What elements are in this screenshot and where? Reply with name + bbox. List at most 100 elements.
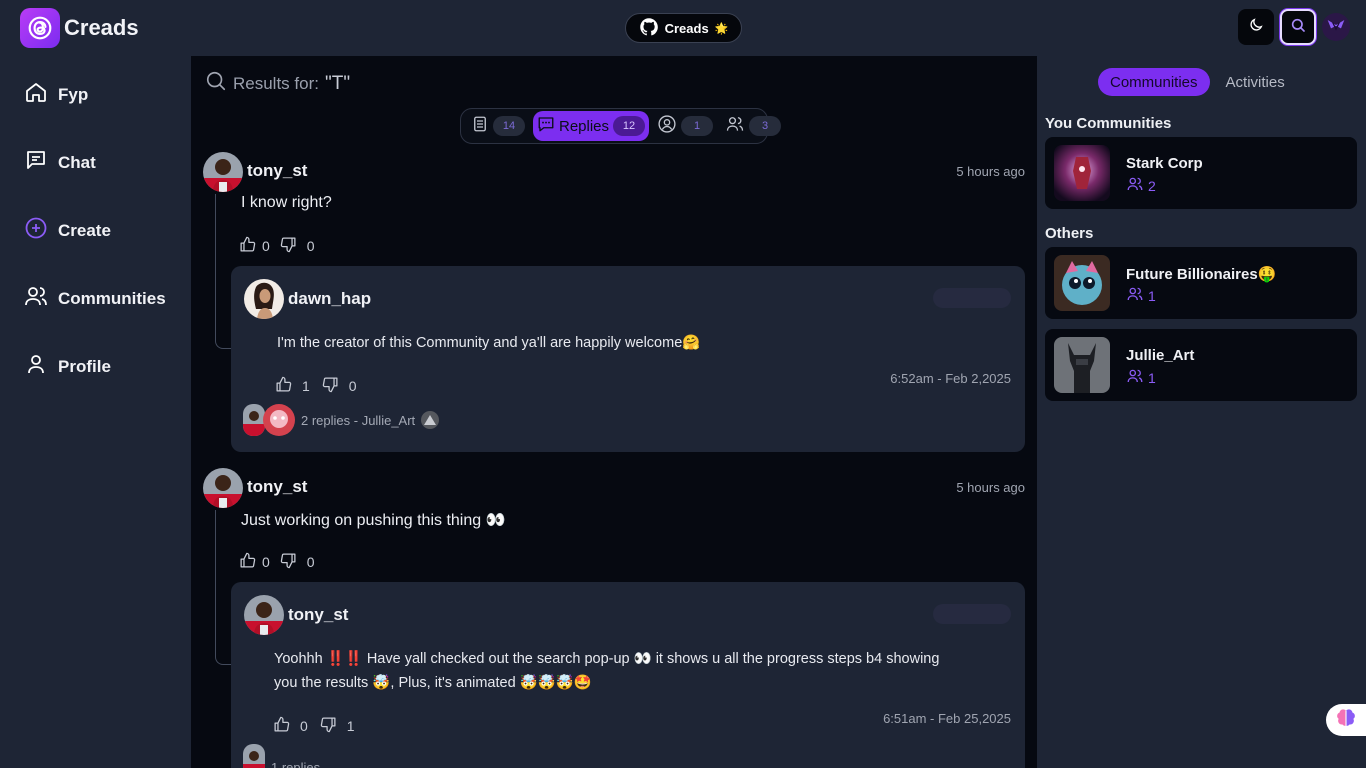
dislike-icon[interactable]: [320, 716, 337, 736]
sidebar: Fyp Chat Create Communities Profile: [0, 56, 191, 768]
like-count: 0: [262, 238, 270, 254]
avatar[interactable]: [244, 279, 284, 319]
thread-username[interactable]: dawn_hap: [288, 289, 371, 309]
results-heading: Results for: "T": [205, 70, 350, 97]
post-username[interactable]: tony_st: [247, 477, 307, 497]
users-icon: [1126, 367, 1144, 388]
community-image: [1054, 255, 1110, 311]
theme-toggle-button[interactable]: [1238, 9, 1274, 45]
like-count: 0: [262, 554, 270, 570]
post-username[interactable]: tony_st: [247, 161, 307, 181]
moon-icon: [1248, 17, 1264, 38]
community-card[interactable]: Jullie_Art 1: [1045, 329, 1357, 401]
like-icon[interactable]: [239, 552, 256, 572]
chat-icon: [24, 148, 48, 177]
community-image: [1054, 337, 1110, 393]
threads-logo-icon: [20, 8, 60, 48]
dislike-icon[interactable]: [280, 236, 297, 256]
community-members: 2: [1126, 175, 1156, 196]
loading-placeholder: [933, 288, 1011, 308]
parent-thread-card[interactable]: tony_st Yoohhh ‼️‼️ Have yall checked ou…: [231, 582, 1025, 768]
filter-replies[interactable]: Replies 12: [533, 111, 650, 141]
right-panel-tabs: Communities Activities: [1098, 68, 1297, 96]
tab-activities[interactable]: Activities: [1214, 68, 1297, 96]
post-text: I know right?: [241, 194, 332, 211]
filter-communities[interactable]: 3: [721, 111, 785, 141]
document-icon: [471, 115, 489, 137]
post-reactions: 0 0: [239, 552, 315, 572]
brain-icon: [1335, 707, 1357, 734]
avatar[interactable]: [203, 152, 243, 192]
users-icon: [24, 284, 48, 313]
right-panel: Communities Activities You Communities S…: [1037, 56, 1366, 768]
user-avatar[interactable]: [1322, 13, 1350, 41]
app-name: Creads: [64, 15, 139, 40]
dislike-icon[interactable]: [322, 376, 339, 396]
ai-assistant-button[interactable]: [1326, 704, 1366, 736]
github-icon: [639, 17, 659, 40]
thread-text-line: you the results 🤯, Plus, it's animated 🤯…: [274, 675, 592, 691]
avatar: [243, 744, 265, 768]
user-circle-icon: [657, 114, 677, 138]
loading-placeholder: [933, 604, 1011, 624]
replies-summary: 1 replies: [271, 759, 321, 768]
community-card[interactable]: Stark Corp 2: [1045, 137, 1357, 209]
filter-users[interactable]: 1: [653, 111, 717, 141]
tab-communities[interactable]: Communities: [1098, 68, 1210, 96]
parent-thread-card[interactable]: dawn_hap I'm the creator of this Communi…: [231, 266, 1025, 452]
filter-count: 1: [681, 116, 714, 136]
github-emoji: 🌟: [714, 22, 729, 35]
community-card[interactable]: Future Billionaires🤑 1: [1045, 247, 1357, 319]
thread-reactions: 0 1: [273, 716, 355, 736]
like-count: 0: [300, 718, 308, 734]
dislike-count: 1: [346, 718, 355, 734]
thread-text: Yoohhh ‼️‼️ Have yall checked out the se…: [274, 647, 1014, 695]
nav-item-communities[interactable]: Communities: [24, 284, 166, 313]
thread-username[interactable]: tony_st: [288, 605, 348, 625]
github-label: Creads: [664, 20, 709, 36]
like-icon[interactable]: [239, 236, 256, 256]
brand[interactable]: Creads: [20, 8, 139, 48]
member-count: 1: [1148, 369, 1156, 386]
nav-item-fyp[interactable]: Fyp: [24, 80, 88, 109]
avatar[interactable]: [244, 595, 284, 635]
avatar[interactable]: [203, 468, 243, 508]
like-count: 1: [302, 378, 310, 394]
reply-icon: [537, 115, 555, 137]
nav-item-chat[interactable]: Chat: [24, 148, 96, 177]
users-icon: [1126, 175, 1144, 196]
search-button[interactable]: [1280, 9, 1316, 45]
dislike-icon[interactable]: [280, 552, 297, 572]
post-time: 5 hours ago: [956, 164, 1025, 179]
search-results-panel: Results for: "T" 14 Replies 12 1 3 tony_…: [191, 56, 1037, 768]
thread-replies[interactable]: 2 replies - Jullie_Art: [243, 404, 440, 436]
thread-date: 6:51am - Feb 25,2025: [883, 711, 1011, 726]
section-heading: You Communities: [1045, 115, 1172, 132]
thread-replies[interactable]: 1 replies: [243, 744, 320, 768]
results-query: "T": [324, 72, 351, 94]
filter-posts[interactable]: 14: [467, 111, 529, 141]
hydra-logo-icon: [1326, 15, 1346, 40]
thread-text: I'm the creator of this Community and ya…: [277, 335, 701, 351]
like-icon[interactable]: [275, 376, 292, 396]
avatar: [263, 404, 295, 436]
dislike-count: 0: [306, 238, 315, 254]
nav-item-create[interactable]: Create: [24, 216, 111, 245]
nav-label: Profile: [58, 356, 111, 376]
post-time: 5 hours ago: [956, 480, 1025, 495]
avatar: [421, 411, 440, 429]
results-prefix: Results for:: [233, 73, 319, 93]
thread-reactions: 1 0: [275, 376, 357, 396]
result-filter-bar: 14 Replies 12 1 3: [460, 108, 782, 144]
github-button[interactable]: Creads 🌟: [625, 13, 742, 43]
avatar: [243, 404, 265, 436]
reply-result[interactable]: tony_st 5 hours ago Just working on push…: [203, 468, 1025, 768]
community-name: Jullie_Art: [1126, 347, 1195, 364]
post-text: Just working on pushing this thing 👀: [241, 512, 506, 529]
like-icon[interactable]: [273, 716, 290, 736]
reply-result[interactable]: tony_st 5 hours ago I know right? 0 0 da…: [203, 152, 1025, 452]
community-image: [1054, 145, 1110, 201]
thread-date: 6:52am - Feb 2,2025: [890, 371, 1011, 386]
member-count: 1: [1148, 287, 1156, 304]
nav-item-profile[interactable]: Profile: [24, 352, 111, 381]
